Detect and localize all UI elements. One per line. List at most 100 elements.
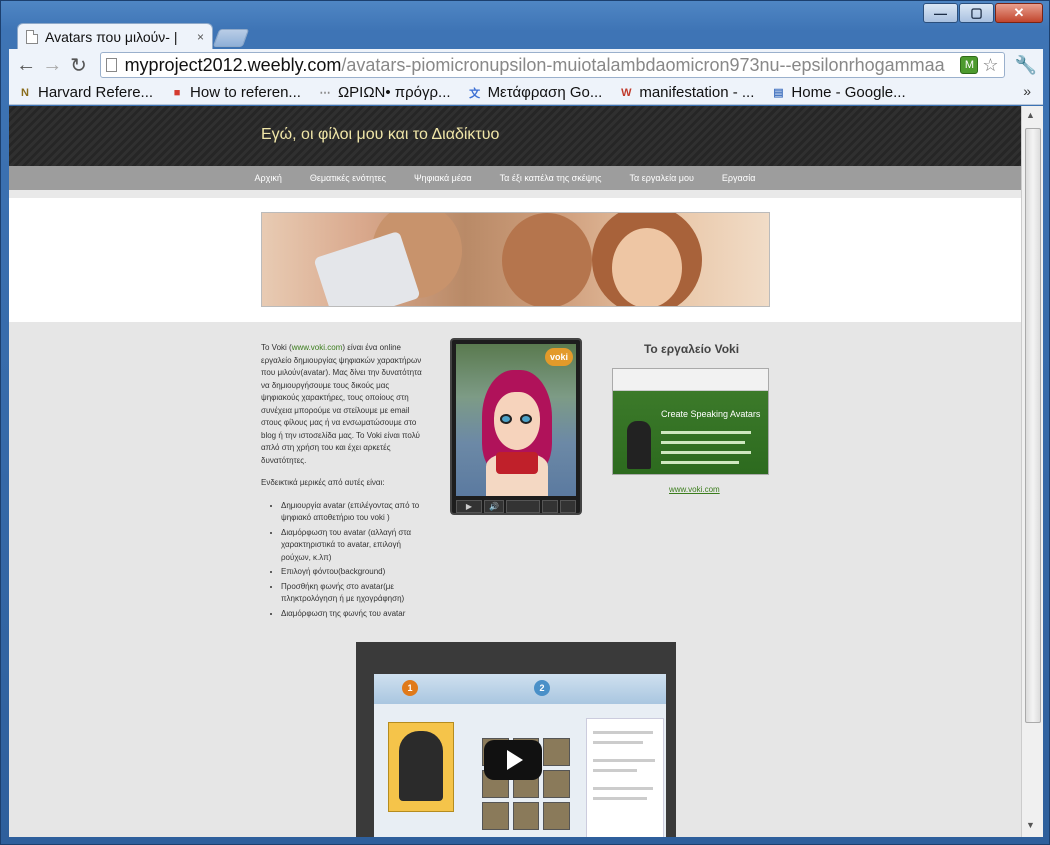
screenshot-hero: Create Speaking Avatars [613, 391, 768, 474]
maximize-button[interactable]: ▢ [959, 3, 994, 23]
url-host: myproject2012.weebly.com [124, 54, 342, 75]
bookmark-google-home[interactable]: ▤ Home - Google... [770, 84, 905, 101]
bookmark-favicon-icon: ⋯ [319, 87, 331, 99]
bookmark-favicon-icon: ■ [173, 86, 181, 99]
voki-player[interactable]: voki ▶ 🔊 [450, 338, 582, 515]
video-avatar-panel [388, 722, 454, 812]
thumbnail [543, 802, 570, 830]
text-line [593, 731, 653, 734]
page-viewport: Εγώ, οι φίλοι μου και το Διαδίκτυο Αρχικ… [9, 106, 1021, 837]
thumbnail [512, 802, 540, 830]
bookmark-manifestation[interactable]: W manifestation - ... [618, 84, 754, 101]
feature-list: Δημιουργία avatar (επιλέγοντας από το ψη… [261, 500, 427, 621]
divider [9, 190, 1021, 198]
bookmark-star-icon[interactable]: ☆ [982, 55, 998, 76]
avatar-scarf [496, 452, 538, 474]
video-embed[interactable]: 1 2 [356, 642, 676, 837]
nav-thematic-units[interactable]: Θεματικές ενότητες [310, 173, 386, 183]
screenshot-nav-bar [613, 369, 768, 391]
voki-website-screenshot[interactable]: Create Speaking Avatars [612, 368, 769, 475]
thumbnail [543, 738, 570, 766]
progress-track [506, 500, 540, 513]
browser-window: — ▢ ✕ Avatars που μιλούν- | × ← → ↻ mypr… [0, 0, 1050, 845]
bookmark-label: Home - Google... [791, 84, 906, 101]
voki-link-inline[interactable]: www.voki.com [292, 343, 343, 352]
vertical-scrollbar[interactable]: ▲ ▼ [1021, 106, 1043, 837]
video-play-icon[interactable] [484, 740, 542, 780]
address-bar[interactable]: myproject2012.weebly.com/avatars-piomicr… [99, 52, 1005, 78]
intro-text: ) είναι ένα online εργαλείο δημιουργίας … [261, 343, 422, 465]
bookmark-label: ΩΡΙΩΝ• πρόγρ... [337, 84, 451, 101]
bookmark-how-to-reference[interactable]: ■ How to referen... [169, 84, 301, 101]
url-path: /avatars-piomicronupsilon-muiotalambdaom… [341, 54, 945, 75]
page-icon [105, 58, 117, 72]
bookmark-favicon-icon: W [621, 86, 632, 99]
scroll-down-icon[interactable]: ▼ [1026, 820, 1035, 830]
tool-heading: Το εργαλείο Voki [643, 342, 740, 356]
site-nav: Αρχική Θεματικές ενότητες Ψηφιακά μέσα Τ… [9, 166, 1021, 190]
bookmark-favicon-icon: 文 [469, 87, 481, 100]
url-text[interactable]: myproject2012.weebly.com/avatars-piomicr… [125, 55, 957, 76]
reload-button[interactable]: ↻ [67, 52, 89, 78]
volume-icon[interactable]: 🔊 [484, 500, 504, 513]
screenshot-text-line [661, 451, 751, 454]
thumbnail [482, 802, 509, 830]
video-steps-band: 1 2 [374, 674, 666, 704]
screenshot-text-line [661, 461, 739, 464]
browser-toolbar: ← → ↻ myproject2012.weebly.com/avatars-p… [9, 49, 1043, 81]
list-item: Προσθήκη φωνής στο avatar(με πληκτρολόγη… [281, 581, 427, 606]
scroll-thumb[interactable] [1025, 128, 1041, 723]
minimize-button[interactable]: — [923, 3, 958, 23]
text-line [593, 769, 637, 772]
bookmark-google-translate[interactable]: 文 Μετάφραση Go... [467, 84, 603, 101]
bookmark-label: manifestation - ... [639, 84, 755, 101]
bookmarks-bar: N Harvard Refere... ■ How to referen... … [9, 81, 1043, 105]
wrench-menu-icon[interactable]: 🔧 [1015, 55, 1037, 76]
new-tab-button[interactable] [212, 29, 250, 47]
nav-project[interactable]: Εργασία [722, 173, 756, 183]
bookmark-harvard[interactable]: N Harvard Refere... [17, 84, 153, 101]
nav-digital-media[interactable]: Ψηφιακά μέσα [414, 173, 472, 183]
list-item: Επιλογή φόντου(background) [281, 566, 427, 579]
screenshot-text-line [661, 441, 745, 444]
text-line [593, 759, 655, 762]
thumbnail [543, 770, 570, 798]
nav-six-hats[interactable]: Τα έξι καπέλα της σκέψης [500, 173, 602, 183]
list-item: Διαμόρφωση της φωνής του avatar [281, 608, 427, 621]
extension-icon[interactable]: M [960, 56, 979, 74]
nav-home[interactable]: Αρχική [254, 173, 281, 183]
nav-my-tools[interactable]: Τα εργαλεία μου [630, 173, 694, 183]
list-intro: Ενδεικτικά μερικές από αυτές είναι: [261, 478, 385, 487]
intro-text: Το Voki ( [261, 343, 292, 352]
bookmark-orion[interactable]: ⋯ ΩΡΙΩΝ• πρόγρ... [317, 84, 451, 101]
banner-child-face [502, 213, 592, 306]
scroll-up-icon[interactable]: ▲ [1026, 110, 1035, 120]
tab-active[interactable]: Avatars που μιλούν- | × [17, 23, 213, 49]
close-button[interactable]: ✕ [995, 3, 1043, 23]
step-1-badge: 1 [402, 680, 418, 696]
video-avatar [399, 731, 443, 801]
site-title[interactable]: Εγώ, οι φίλοι μου και το Διαδίκτυο [261, 126, 499, 144]
article-text: Το Voki (www.voki.com) είναι ένα online … [261, 342, 427, 622]
tab-close-icon[interactable]: × [197, 30, 204, 44]
screenshot-title: Create Speaking Avatars [661, 409, 761, 419]
forward-button[interactable]: → [41, 52, 63, 78]
bookmark-favicon-icon: N [21, 86, 29, 99]
share-button[interactable] [560, 500, 576, 513]
list-item: Δημιουργία avatar (επιλέγοντας από το ψη… [281, 500, 427, 525]
voki-link[interactable]: www.voki.com [669, 485, 720, 494]
text-line [593, 741, 643, 744]
banner-image [261, 212, 770, 307]
back-button[interactable]: ← [15, 52, 37, 78]
site-header: Εγώ, οι φίλοι μου και το Διαδίκτυο [9, 106, 1021, 166]
voki-logo: voki [545, 348, 573, 366]
video-info-panel [586, 718, 664, 837]
bookmarks-overflow-icon[interactable]: » [1023, 83, 1031, 99]
menu-button[interactable] [542, 500, 558, 513]
play-icon[interactable]: ▶ [456, 500, 482, 513]
window-controls: — ▢ ✕ [922, 3, 1043, 23]
intro-paragraph: Το Voki (www.voki.com) είναι ένα online … [261, 342, 427, 467]
bookmark-label: Μετάφραση Go... [487, 84, 603, 101]
voki-avatar-screen[interactable]: voki [456, 344, 576, 496]
tab-title: Avatars που μιλούν- | [45, 28, 178, 45]
